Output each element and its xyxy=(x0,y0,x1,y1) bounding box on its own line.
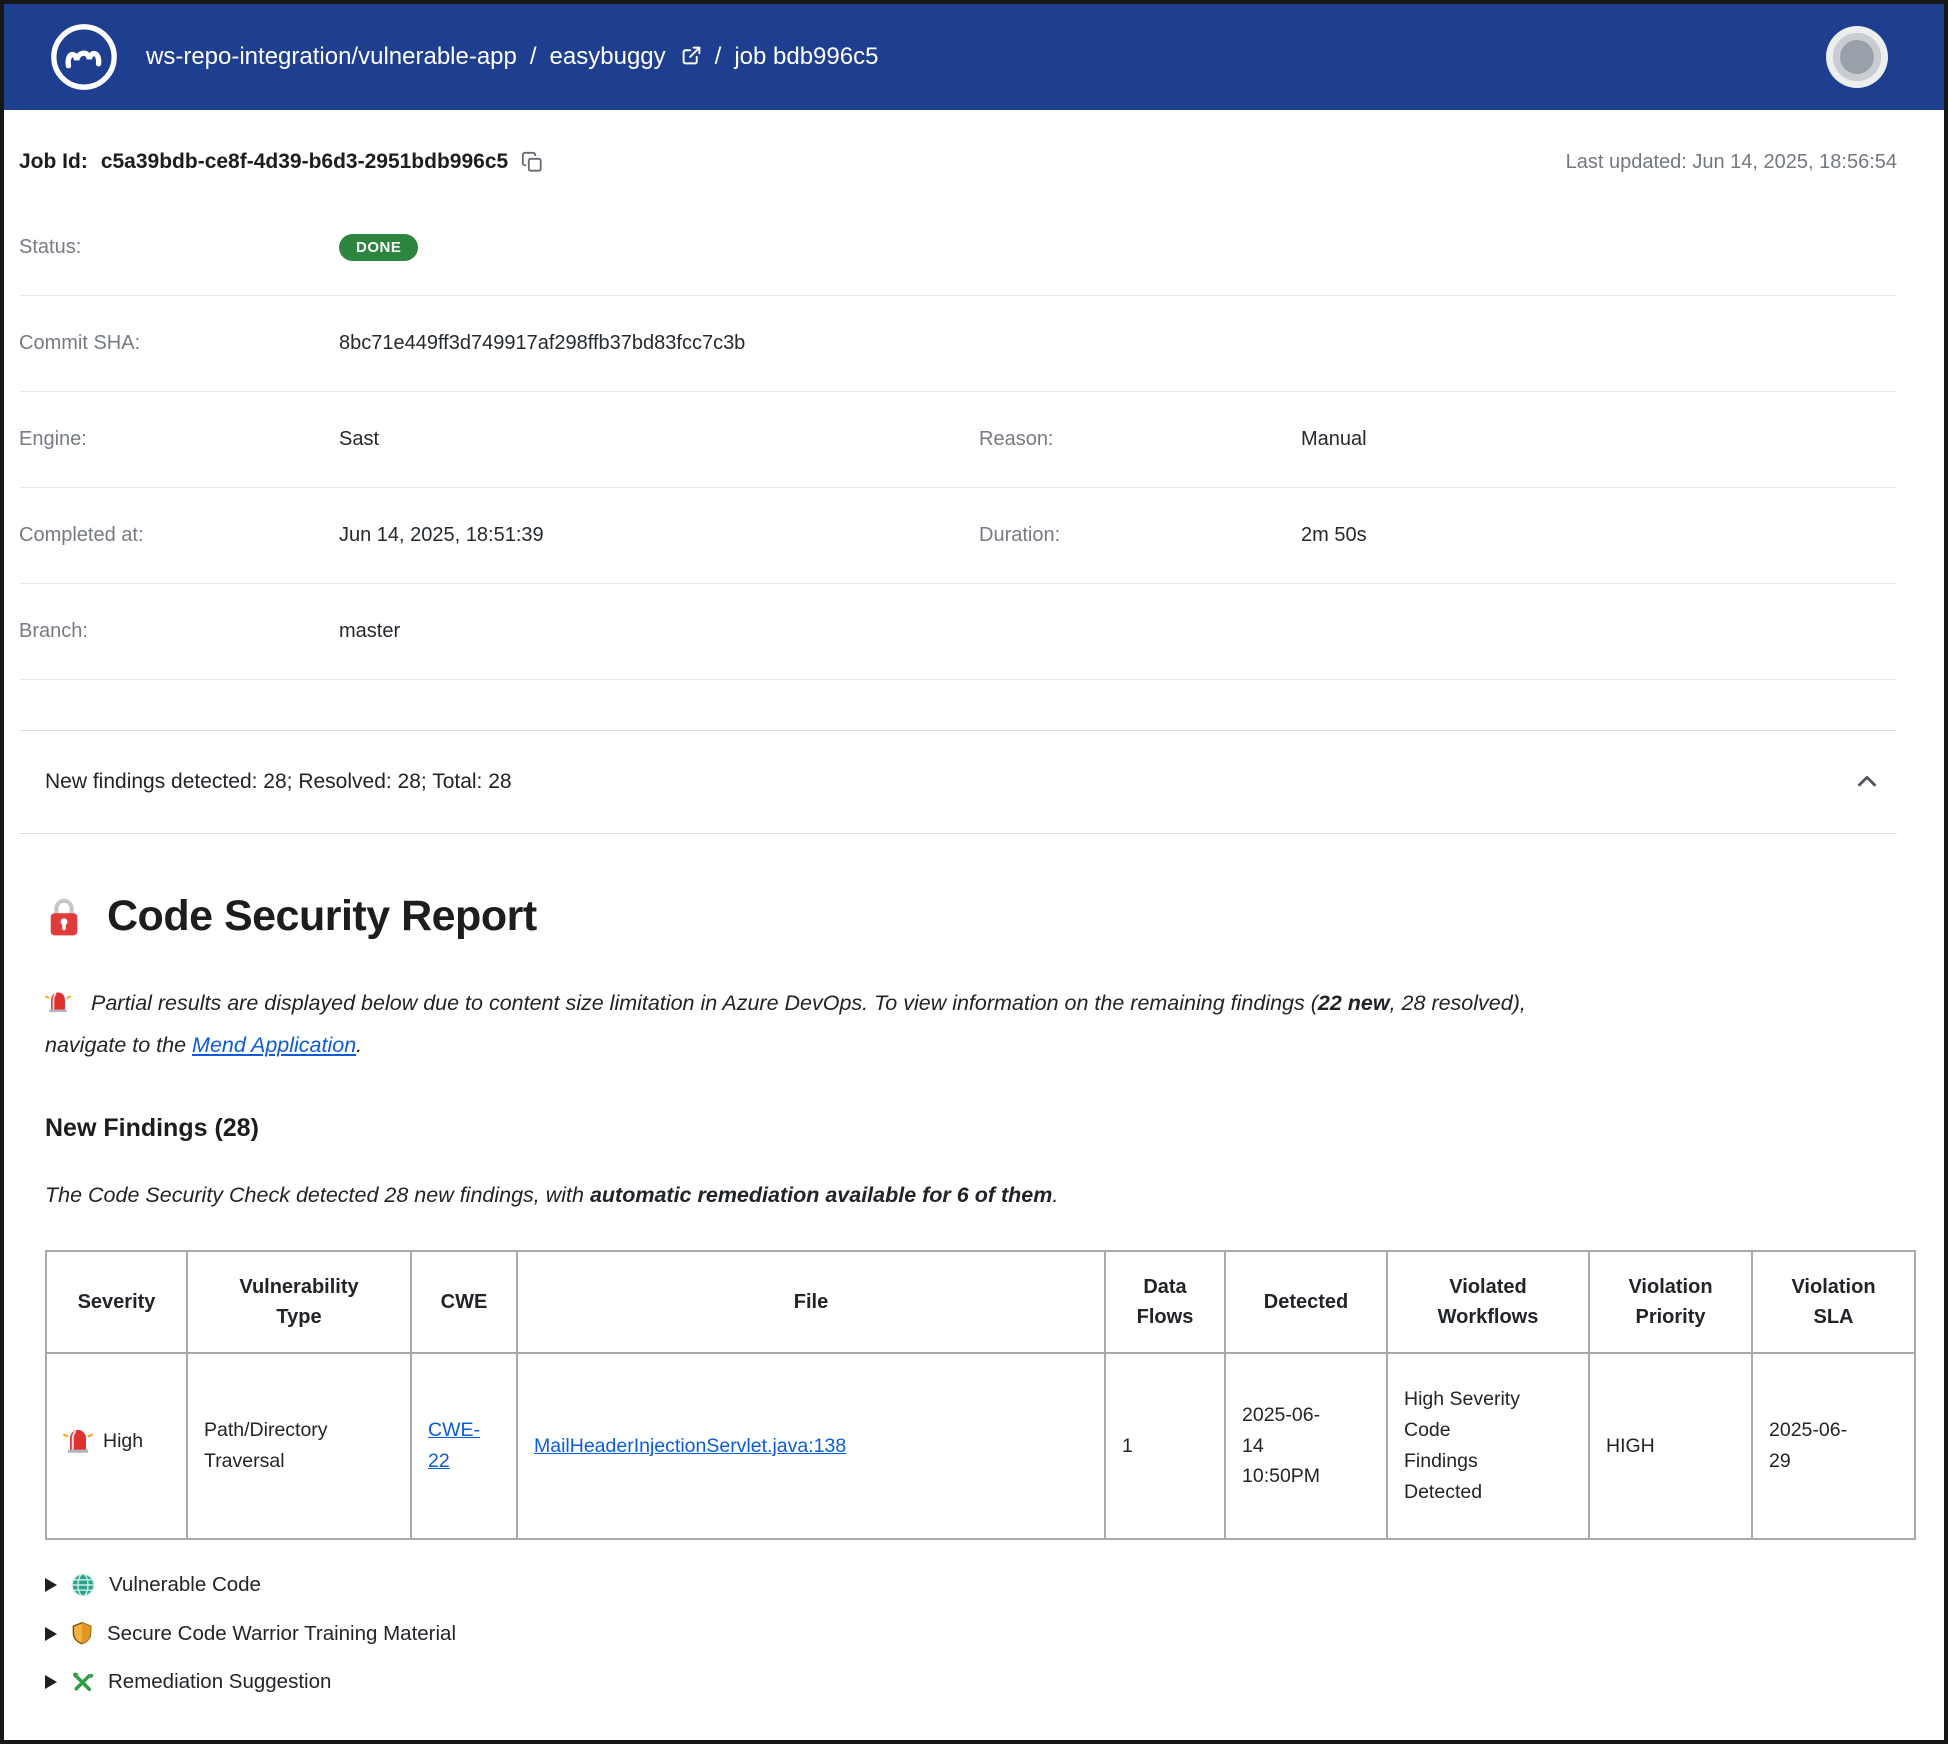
branch-value: master xyxy=(339,620,979,643)
breadcrumb: ws-repo-integration/vulnerable-app / eas… xyxy=(146,43,878,71)
globe-icon xyxy=(70,1572,96,1598)
cell-severity: High xyxy=(46,1353,187,1539)
external-link-icon[interactable] xyxy=(681,45,702,66)
mend-application-link[interactable]: Mend Application xyxy=(192,1033,356,1057)
completed-at-label: Completed at: xyxy=(19,524,339,547)
engine-value: Sast xyxy=(339,428,979,451)
note-bold: 22 new xyxy=(1318,991,1390,1015)
reason-value: Manual xyxy=(1301,428,1897,451)
code-security-report: Code Security Report Partial results are… xyxy=(19,892,1897,1695)
commit-row: Commit SHA: 8bc71e449ff3d749917af298ffb3… xyxy=(19,296,1897,392)
reason-label: Reason: xyxy=(979,428,1301,451)
top-bar: ws-repo-integration/vulnerable-app / eas… xyxy=(4,4,1944,110)
cell-cwe: CWE-22 xyxy=(411,1353,517,1539)
new-findings-heading: New Findings (28) xyxy=(45,1114,1897,1143)
triangle-right-icon xyxy=(45,1675,57,1689)
copy-job-id-button[interactable] xyxy=(521,151,543,173)
note-suffix: . xyxy=(356,1033,362,1057)
cell-vulnerability-type: Path/Directory Traversal xyxy=(187,1353,411,1539)
section-training-material[interactable]: Secure Code Warrior Training Material xyxy=(45,1621,1897,1647)
cell-file: MailHeaderInjectionServlet.java:138 xyxy=(517,1353,1105,1539)
col-header-vulnerability-type: Vulnerability Type xyxy=(187,1251,411,1353)
col-header-detected: Detected xyxy=(1225,1251,1387,1353)
job-id: Job Id: c5a39bdb-ce8f-4d39-b6d3-2951bdb9… xyxy=(19,150,543,174)
status-row: Status: DONE xyxy=(19,200,1897,296)
branch-row: Branch: master xyxy=(19,584,1897,680)
commit-label: Commit SHA: xyxy=(19,332,339,355)
status-value: DONE xyxy=(339,234,979,261)
breadcrumb-app[interactable]: easybuggy xyxy=(550,43,666,71)
job-id-row: Job Id: c5a39bdb-ce8f-4d39-b6d3-2951bdb9… xyxy=(19,110,1897,200)
section-remediation-suggestion[interactable]: Remediation Suggestion xyxy=(45,1670,1897,1695)
cwe-link[interactable]: CWE-22 xyxy=(428,1415,482,1477)
section-vulnerable-code[interactable]: Vulnerable Code xyxy=(45,1572,1897,1598)
tools-icon xyxy=(70,1670,95,1695)
job-id-value: c5a39bdb-ce8f-4d39-b6d3-2951bdb996c5 xyxy=(101,150,508,174)
cell-detected: 2025-06-14 10:50PM xyxy=(1225,1353,1387,1539)
section-label: Secure Code Warrior Training Material xyxy=(107,1622,456,1646)
status-label: Status: xyxy=(19,236,339,259)
col-header-file: File xyxy=(517,1251,1105,1353)
avatar[interactable] xyxy=(1826,26,1888,88)
last-updated: Last updated: Jun 14, 2025, 18:56:54 xyxy=(1566,151,1897,174)
red-lock-icon xyxy=(45,896,83,938)
findings-summary-text: New findings detected: 28; Resolved: 28;… xyxy=(45,770,512,794)
report-title-row: Code Security Report xyxy=(45,892,1897,941)
section-label: Vulnerable Code xyxy=(109,1573,261,1597)
partial-results-note: Partial results are displayed below due … xyxy=(45,985,1605,1064)
section-label: Remediation Suggestion xyxy=(108,1670,331,1694)
alarm-light-icon xyxy=(45,996,77,1020)
status-badge: DONE xyxy=(339,234,418,261)
triangle-right-icon xyxy=(45,1627,57,1641)
chevron-up-icon xyxy=(1853,768,1881,796)
findings-summary-bar: New findings detected: 28; Resolved: 28;… xyxy=(19,730,1897,834)
breadcrumb-separator: / xyxy=(530,43,537,71)
col-header-severity: Severity xyxy=(46,1251,187,1353)
findings-summary-sentence: The Code Security Check detected 28 new … xyxy=(45,1183,1897,1208)
commit-value: 8bc71e449ff3d749917af298ffb37bd83fcc7c3b xyxy=(339,332,979,355)
file-link[interactable]: MailHeaderInjectionServlet.java:138 xyxy=(534,1435,846,1457)
severity-value: High xyxy=(103,1426,143,1457)
col-header-cwe: CWE xyxy=(411,1251,517,1353)
collapse-button[interactable] xyxy=(1845,760,1889,804)
col-header-violated-workflows: Violated Workflows xyxy=(1387,1251,1589,1353)
col-header-violation-sla: Violation SLA xyxy=(1752,1251,1915,1353)
cell-violation-priority: HIGH xyxy=(1589,1353,1752,1539)
duration-label: Duration: xyxy=(979,524,1301,547)
cell-violated-workflows: High Severity Code Findings Detected xyxy=(1387,1353,1589,1539)
summary-prefix: The Code Security Check detected 28 new … xyxy=(45,1183,590,1207)
findings-table: Severity Vulnerability Type CWE File Dat… xyxy=(45,1250,1916,1540)
branch-label: Branch: xyxy=(19,620,339,643)
engine-reason-row: Engine: Sast Reason: Manual xyxy=(19,392,1897,488)
summary-suffix: . xyxy=(1052,1183,1058,1207)
shield-icon xyxy=(70,1621,94,1647)
breadcrumb-repo[interactable]: ws-repo-integration/vulnerable-app xyxy=(146,43,517,71)
completed-at-value: Jun 14, 2025, 18:51:39 xyxy=(339,524,979,547)
col-header-data-flows: Data Flows xyxy=(1105,1251,1225,1353)
job-id-label: Job Id: xyxy=(19,150,88,174)
triangle-right-icon xyxy=(45,1578,57,1592)
breadcrumb-separator: / xyxy=(715,43,722,71)
summary-bold: automatic remediation available for 6 of… xyxy=(590,1183,1052,1207)
alarm-light-icon xyxy=(63,1426,93,1456)
col-header-violation-priority: Violation Priority xyxy=(1589,1251,1752,1353)
mend-logo-icon[interactable] xyxy=(48,21,120,93)
main-content: Job Id: c5a39bdb-ce8f-4d39-b6d3-2951bdb9… xyxy=(4,110,1944,1695)
cell-data-flows: 1 xyxy=(1105,1353,1225,1539)
breadcrumb-job: job bdb996c5 xyxy=(734,43,878,71)
completed-duration-row: Completed at: Jun 14, 2025, 18:51:39 Dur… xyxy=(19,488,1897,584)
cell-violation-sla: 2025-06-29 xyxy=(1752,1353,1915,1539)
note-prefix: Partial results are displayed below due … xyxy=(91,991,1318,1015)
avatar-placeholder xyxy=(1833,33,1881,81)
finding-row: High Path/Directory Traversal CWE-22 Mai… xyxy=(46,1353,1915,1539)
top-bar-left: ws-repo-integration/vulnerable-app / eas… xyxy=(48,21,878,93)
report-title: Code Security Report xyxy=(107,892,537,941)
duration-value: 2m 50s xyxy=(1301,524,1897,547)
engine-label: Engine: xyxy=(19,428,339,451)
table-header-row: Severity Vulnerability Type CWE File Dat… xyxy=(46,1251,1915,1353)
copy-icon xyxy=(521,151,543,173)
finding-detail-sections: Vulnerable Code Secure Code Warrior Trai… xyxy=(45,1572,1897,1695)
